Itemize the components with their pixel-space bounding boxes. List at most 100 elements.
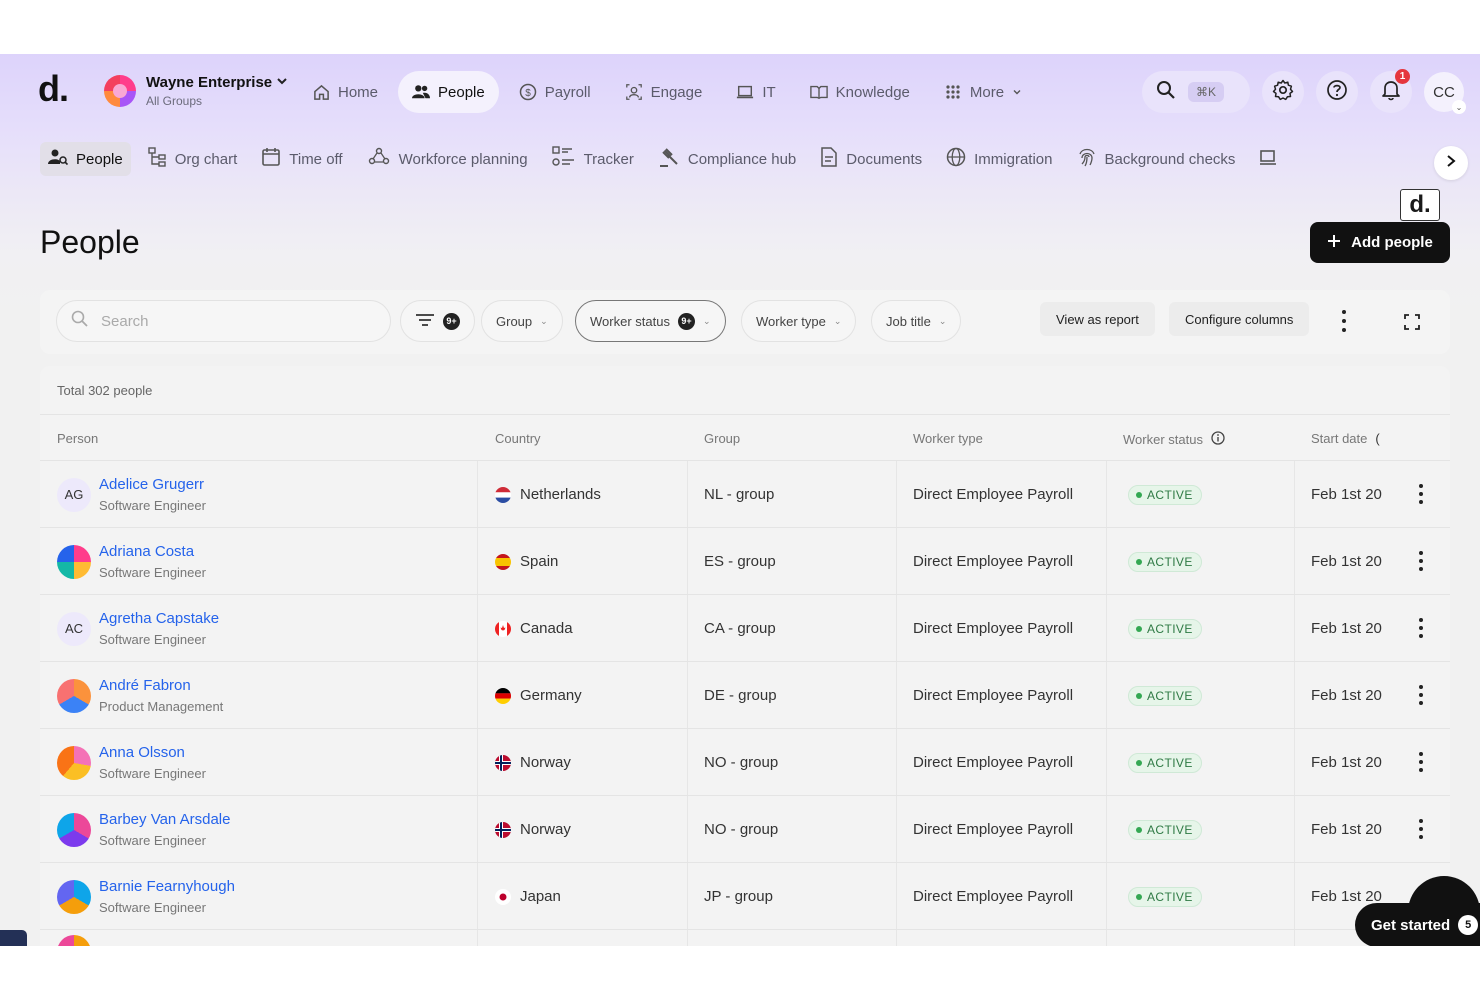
tab-org-chart[interactable]: Org chart [139,142,246,176]
chevron-down-icon [1012,84,1022,101]
deel-logo[interactable]: d. [38,68,69,110]
avatar-initials: AC [64,621,84,636]
table-row[interactable]: AC Agretha Capstake Software Engineer Ca… [40,594,1450,661]
avatar: AC [57,611,91,646]
row-actions-icon[interactable] [1417,551,1425,571]
country-name: Norway [520,754,571,771]
org-switcher[interactable]: Wayne Enterprise All Groups [104,74,288,108]
global-search-button[interactable]: ⌘K [1142,71,1250,113]
nav-people[interactable]: People [398,71,499,113]
row-actions-icon[interactable] [1417,752,1425,772]
header-worker-type[interactable]: Worker type [913,431,983,446]
job-title-filter[interactable]: Job title ⌄ [871,300,962,342]
filters-button[interactable]: 9+ [400,300,475,342]
nav-engage[interactable]: Engage [611,71,717,113]
nav-knowledge-label: Knowledge [835,83,910,101]
tab-time-off-label: Time off [289,150,343,168]
header-worker-status[interactable]: Worker status [1123,431,1225,448]
screen-capture-icon[interactable] [0,930,27,946]
nav-home[interactable]: Home [298,71,392,113]
tab-background-checks[interactable]: Background checks [1069,142,1244,176]
header-group[interactable]: Group [704,431,740,446]
table-row[interactable]: André Fabron Product Management Germany … [40,661,1450,728]
row-actions-icon[interactable] [1417,618,1425,638]
settings-button[interactable] [1262,71,1304,113]
status-badge: ACTIVE [1128,886,1202,907]
view-as-report-button[interactable]: View as report [1040,302,1155,336]
plus-icon [1327,234,1341,252]
tab-more-partial[interactable] [1251,142,1285,176]
table-row[interactable]: Anna Olsson Software Engineer Norway NO … [40,728,1450,795]
status-badge: ACTIVE [1128,618,1202,639]
worker-status-filter[interactable]: Worker status 9+ ⌄ [575,300,726,342]
gavel-icon [658,146,680,172]
table-row[interactable]: AG Adelice Grugerr Software Engineer Net… [40,460,1450,527]
search-icon [1156,80,1176,105]
table-row[interactable]: Adriana Costa Software Engineer Spain ES… [40,527,1450,594]
group-cell: CA - group [704,620,776,637]
table-row[interactable] [40,929,1450,946]
tab-tracker[interactable]: Tracker [544,142,642,176]
person-name-link[interactable]: Adelice Grugerr [99,476,206,493]
configure-columns-button[interactable]: Configure columns [1169,302,1310,336]
add-people-button[interactable]: Add people [1310,222,1450,263]
chevron-right-icon [1445,154,1457,173]
people-search-field[interactable] [56,300,391,342]
add-people-label: Add people [1351,234,1433,251]
table-row[interactable]: Barnie Fearnyhough Software Engineer Jap… [40,862,1450,929]
status-badge: ACTIVE [1128,551,1202,572]
user-menu-button[interactable]: CC ⌄ [1424,72,1466,114]
tab-time-off[interactable]: Time off [253,142,350,176]
worker-status-cell: ACTIVE [1128,863,1202,930]
person-name-link[interactable]: Agretha Capstake [99,610,219,627]
worker-type-cell: Direct Employee Payroll [913,754,1074,771]
tab-background-checks-label: Background checks [1104,150,1236,168]
info-icon[interactable] [1211,431,1225,448]
help-button[interactable] [1316,71,1358,113]
status-dot-icon [1136,893,1142,900]
book-icon [809,83,828,101]
avatar [57,544,91,579]
nav-more[interactable]: More [930,71,1036,113]
tab-workforce-planning[interactable]: Workforce planning [359,142,536,176]
header-person[interactable]: Person [57,431,98,446]
nav-payroll[interactable]: $ Payroll [505,71,605,113]
person-name-link[interactable]: Barbey Van Arsdale [99,811,230,828]
org-subtitle: All Groups [146,94,203,108]
fullscreen-icon[interactable] [1402,312,1422,332]
subnav-scroll-right-button[interactable] [1434,146,1468,180]
person-name-link[interactable]: Barnie Fearnyhough [99,878,235,895]
monitor-icon [1259,148,1277,170]
nav-it[interactable]: IT [722,71,789,113]
header-country[interactable]: Country [495,431,541,446]
worker-type-filter[interactable]: Worker type ⌄ [741,300,857,342]
person-name-link[interactable]: Anna Olsson [99,744,206,761]
person-name-link[interactable]: Adriana Costa [99,543,206,560]
person-cell: Adriana Costa Software Engineer [57,528,206,595]
row-actions-icon[interactable] [1417,484,1425,504]
more-options-icon[interactable] [1334,310,1354,332]
table-row[interactable]: Barbey Van Arsdale Software Engineer Nor… [40,795,1450,862]
tab-immigration-label: Immigration [974,150,1053,168]
nav-knowledge[interactable]: Knowledge [796,71,924,113]
get-started-button[interactable]: Get started 5 [1355,903,1480,946]
tab-immigration[interactable]: Immigration [938,142,1060,176]
job-title-filter-label: Job title [886,313,931,329]
header-start-date[interactable]: Start date ( [1311,431,1380,446]
worker-status-filter-label: Worker status [590,313,670,329]
worker-status-cell: ACTIVE [1128,461,1202,528]
checklist-icon [551,146,576,172]
avatar [57,879,91,914]
search-input[interactable] [101,312,361,330]
tab-compliance-hub[interactable]: Compliance hub [650,142,804,176]
tab-documents[interactable]: Documents [812,142,930,176]
row-actions-icon[interactable] [1417,685,1425,705]
notifications-button[interactable]: 1 [1370,69,1412,113]
filter-icon [415,313,435,330]
group-filter[interactable]: Group ⌄ [481,300,563,342]
tab-people[interactable]: People [40,142,131,176]
row-actions-icon[interactable] [1417,819,1425,839]
status-dot-icon [1136,692,1142,699]
person-name-link[interactable]: André Fabron [99,677,223,694]
worker-type-cell: Direct Employee Payroll [913,888,1074,905]
